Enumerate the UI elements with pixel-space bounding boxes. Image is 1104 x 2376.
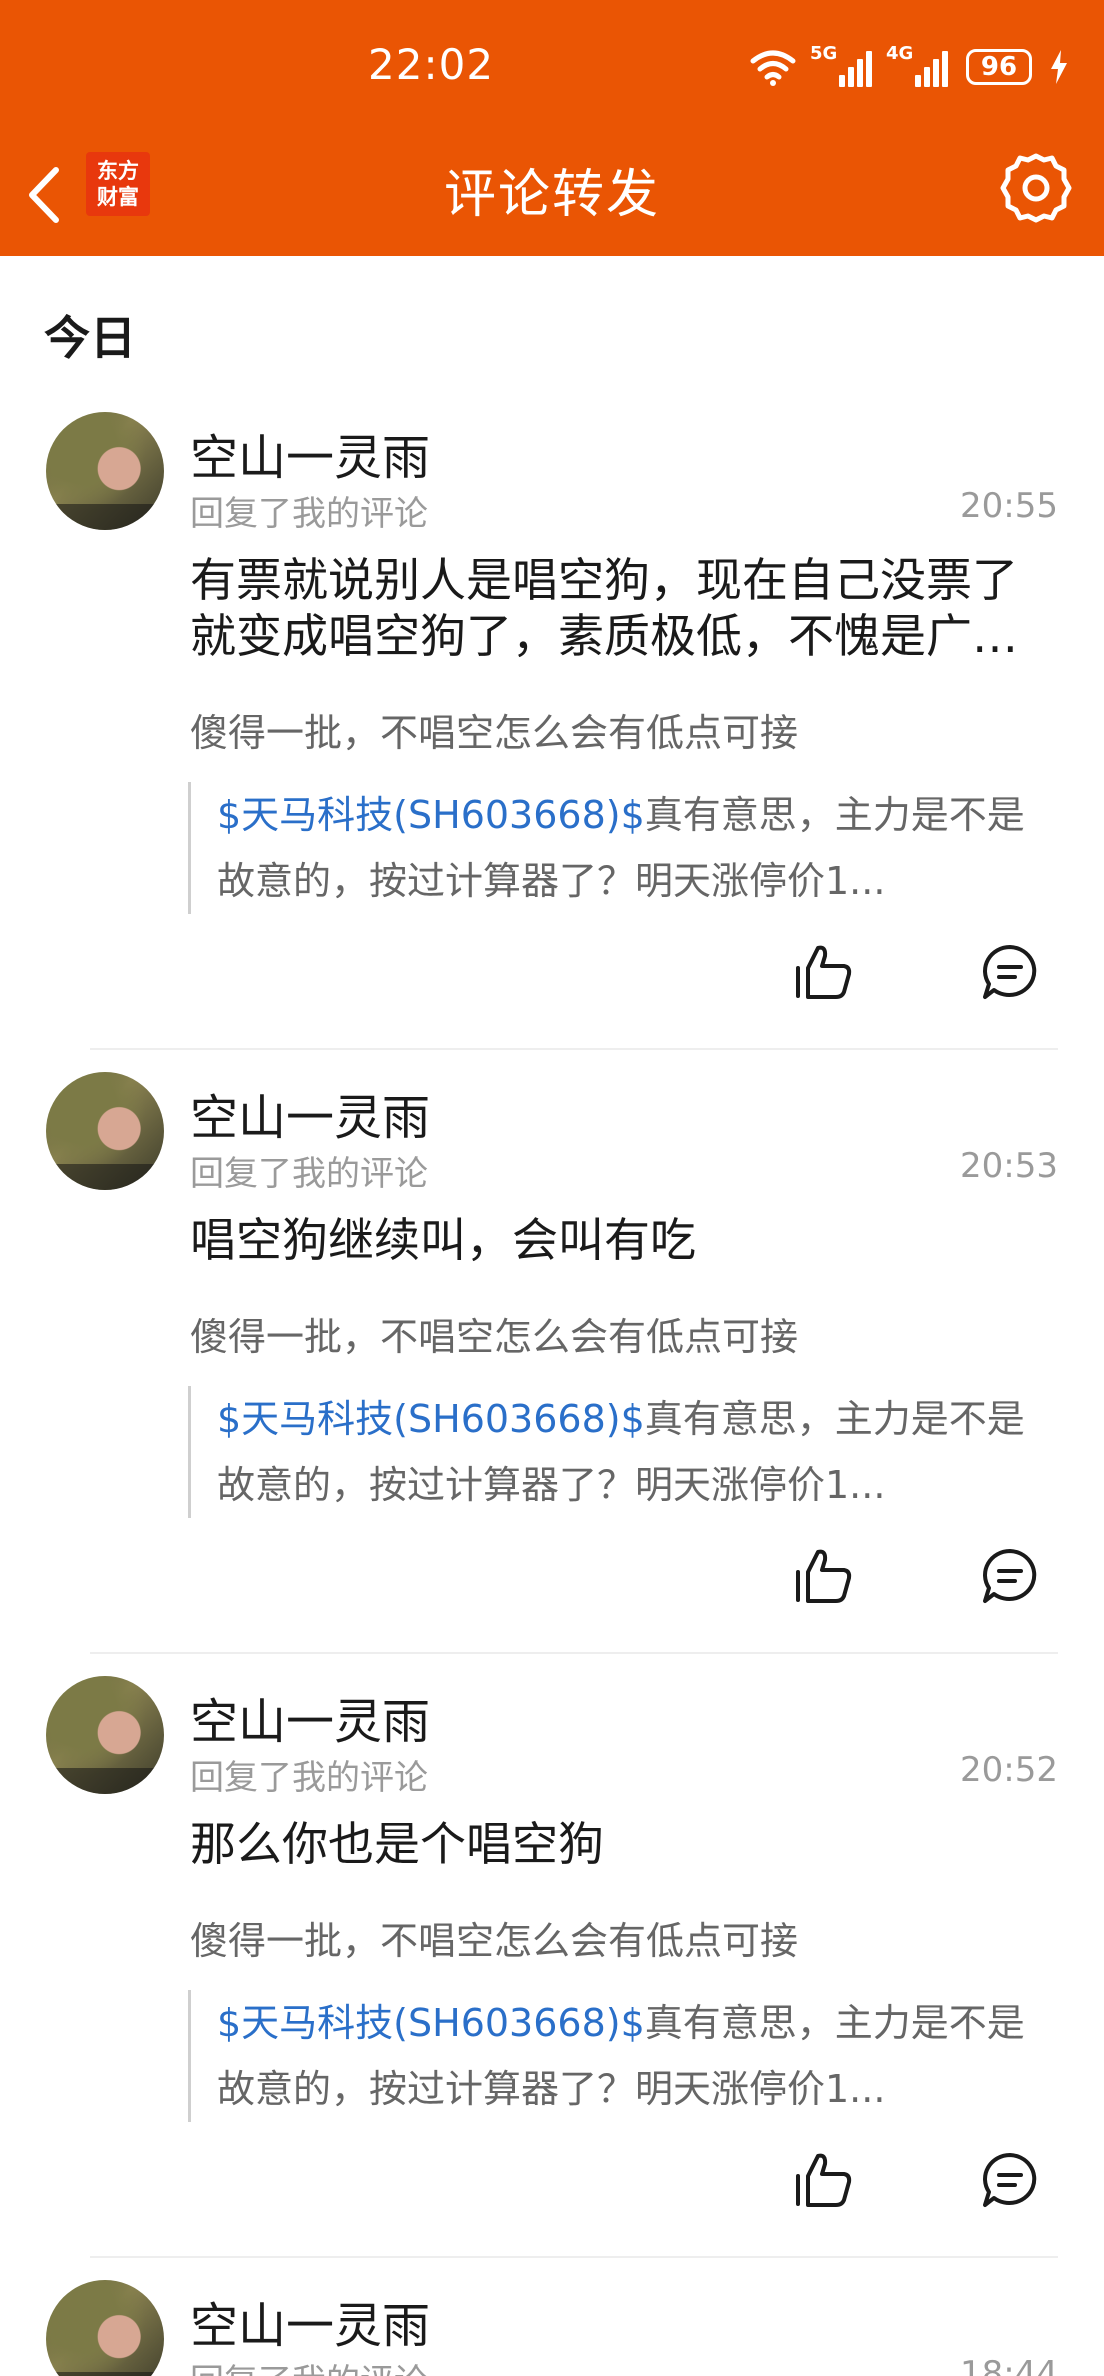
- thumbs-up-icon: [796, 1549, 852, 1603]
- stock-link[interactable]: $天马科技(SH603668)$: [217, 793, 645, 837]
- like-button[interactable]: [794, 942, 854, 1002]
- user-name[interactable]: 空山一灵雨: [190, 1078, 430, 1148]
- notification-card[interactable]: 空山一灵雨 回复了我的评论 20:55 有票就说别人是唱空狗，现在自己没票了就变…: [0, 412, 1104, 1050]
- settings-button[interactable]: [998, 150, 1074, 226]
- section-label-today: 今日: [44, 311, 136, 365]
- avatar[interactable]: [46, 2280, 164, 2376]
- timestamp: 20:52: [960, 1750, 1058, 1790]
- comment-button[interactable]: [980, 1546, 1040, 1606]
- battery-icon: 96: [966, 49, 1032, 85]
- notification-card[interactable]: 空山一灵雨 回复了我的评论 20:53 唱空狗继续叫，会叫有吃 傻得一批，不唱空…: [0, 1072, 1104, 1676]
- gear-icon: [1000, 153, 1072, 223]
- reply-text[interactable]: 唱空狗继续叫，会叫有吃: [190, 1212, 1060, 1268]
- like-button[interactable]: [794, 1546, 854, 1606]
- battery-level: 96: [980, 52, 1018, 82]
- timestamp: 20:53: [960, 1146, 1058, 1186]
- divider: [90, 1652, 1058, 1654]
- network-label-1: 5G: [810, 43, 838, 64]
- quoted-post[interactable]: $天马科技(SH603668)$真有意思，主力是不是故意的，按过计算器了？明天涨…: [188, 1990, 1058, 2122]
- notification-card[interactable]: 空山一灵雨 回复了我的评论 18:44: [0, 2280, 1104, 2376]
- action-text: 回复了我的评论: [190, 1758, 428, 1798]
- signal-4g-icon: 4G: [886, 43, 948, 87]
- charging-icon: [1051, 50, 1067, 84]
- divider: [90, 2256, 1058, 2258]
- action-text: 回复了我的评论: [190, 2354, 428, 2376]
- like-button[interactable]: [794, 2150, 854, 2210]
- timestamp: 20:55: [960, 486, 1058, 526]
- my-comment[interactable]: 傻得一批，不唱空怎么会有低点可接: [190, 702, 798, 757]
- avatar[interactable]: [46, 412, 164, 530]
- timestamp: 18:44: [960, 2354, 1058, 2376]
- comment-icon: [983, 1549, 1037, 1603]
- user-name[interactable]: 空山一灵雨: [190, 1682, 430, 1752]
- comment-icon: [983, 945, 1037, 999]
- action-text: 回复了我的评论: [190, 494, 428, 534]
- comment-button[interactable]: [980, 2150, 1040, 2210]
- notification-card[interactable]: 空山一灵雨 回复了我的评论 20:52 那么你也是个唱空狗 傻得一批，不唱空怎么…: [0, 1676, 1104, 2280]
- reply-text[interactable]: 那么你也是个唱空狗: [190, 1816, 1060, 1872]
- reply-text[interactable]: 有票就说别人是唱空狗，现在自己没票了就变成唱空狗了，素质极低，不愧是广东人: [190, 552, 1060, 664]
- wifi-icon: [750, 50, 796, 86]
- status-bar: 22:02 5G 4G 96: [0, 0, 1104, 132]
- comment-icon: [983, 2153, 1037, 2207]
- page-title: 评论转发: [443, 165, 660, 225]
- thumbs-up-icon: [796, 2153, 852, 2207]
- stock-link[interactable]: $天马科技(SH603668)$: [217, 2001, 645, 2045]
- avatar[interactable]: [46, 1072, 164, 1190]
- my-comment[interactable]: 傻得一批，不唱空怎么会有低点可接: [190, 1910, 798, 1965]
- quoted-post[interactable]: $天马科技(SH603668)$真有意思，主力是不是故意的，按过计算器了？明天涨…: [188, 782, 1058, 914]
- status-time: 22:02: [368, 40, 495, 89]
- avatar[interactable]: [46, 1676, 164, 1794]
- my-comment[interactable]: 傻得一批，不唱空怎么会有低点可接: [190, 1306, 798, 1361]
- user-name[interactable]: 空山一灵雨: [190, 2286, 430, 2356]
- comment-button[interactable]: [980, 942, 1040, 1002]
- user-name[interactable]: 空山一灵雨: [190, 418, 430, 488]
- status-icons: 5G 4G 96: [750, 43, 1068, 90]
- quoted-post[interactable]: $天马科技(SH603668)$真有意思，主力是不是故意的，按过计算器了？明天涨…: [188, 1386, 1058, 1518]
- divider: [90, 1048, 1058, 1050]
- action-text: 回复了我的评论: [190, 1154, 428, 1194]
- thumbs-up-icon: [796, 945, 852, 999]
- network-label-2: 4G: [886, 43, 914, 64]
- signal-5g-icon: 5G: [810, 43, 872, 87]
- stock-link[interactable]: $天马科技(SH603668)$: [217, 1397, 645, 1441]
